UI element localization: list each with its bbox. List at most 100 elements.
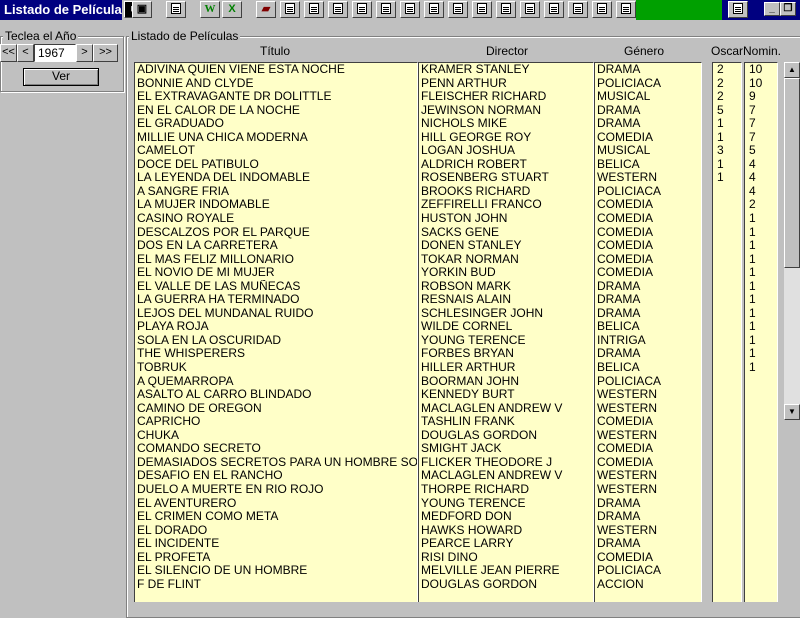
list-item-titulo[interactable]: EL NOVIO DE MI MUJER <box>135 266 417 280</box>
list-item-nomin[interactable] <box>745 456 777 470</box>
list-item-oscar[interactable] <box>713 429 741 443</box>
list-item-oscar[interactable] <box>713 320 741 334</box>
list-item-titulo[interactable]: DESAFIO EN EL RANCHO <box>135 469 417 483</box>
list-item-oscar[interactable] <box>713 185 741 199</box>
excel-icon[interactable]: X <box>222 1 242 18</box>
list-item-titulo[interactable]: DUELO A MUERTE EN RIO ROJO <box>135 483 417 497</box>
list-item-titulo[interactable]: DEMASIADOS SECRETOS PARA UN HOMBRE SOLO <box>135 456 417 470</box>
next-year-button[interactable]: > <box>76 44 93 62</box>
list-item-director[interactable]: RISI DINO <box>419 551 593 565</box>
list-item-nomin[interactable] <box>745 537 777 551</box>
report-icon-5[interactable] <box>376 1 396 18</box>
list-item-director[interactable]: JEWINSON NORMAN <box>419 104 593 118</box>
list-item-genero[interactable]: POLICIACA <box>595 375 701 389</box>
list-item-oscar[interactable] <box>713 266 741 280</box>
list-item-titulo[interactable]: THE WHISPERERS <box>135 347 417 361</box>
list-item-genero[interactable]: DRAMA <box>595 293 701 307</box>
list-item-genero[interactable]: BELICA <box>595 361 701 375</box>
list-item-nomin[interactable] <box>745 442 777 456</box>
list-item-nomin[interactable]: 10 <box>745 63 777 77</box>
list-item-oscar[interactable] <box>713 307 741 321</box>
list-item-director[interactable]: THORPE RICHARD <box>419 483 593 497</box>
list-item-director[interactable]: DONEN STANLEY <box>419 239 593 253</box>
save-icon[interactable]: ▣ <box>132 1 152 18</box>
list-item-nomin[interactable]: 1 <box>745 361 777 375</box>
list-item-genero[interactable]: WESTERN <box>595 469 701 483</box>
list-item-genero[interactable]: WESTERN <box>595 402 701 416</box>
list-item-nomin[interactable]: 5 <box>745 144 777 158</box>
list-item-director[interactable]: HILL GEORGE ROY <box>419 131 593 145</box>
list-item-director[interactable]: YOUNG TERENCE <box>419 497 593 511</box>
list-item-oscar[interactable] <box>713 442 741 456</box>
list-item-titulo[interactable]: EL VALLE DE LAS MUÑECAS <box>135 280 417 294</box>
list-item-director[interactable]: HILLER ARTHUR <box>419 361 593 375</box>
list-item-genero[interactable]: MUSICAL <box>595 90 701 104</box>
list-item-director[interactable]: DOUGLAS GORDON <box>419 578 593 592</box>
list-item-titulo[interactable]: A SANGRE FRIA <box>135 185 417 199</box>
list-item-nomin[interactable]: 1 <box>745 280 777 294</box>
list-item-titulo[interactable]: ADIVINA QUIEN VIENE ESTA NOCHE <box>135 63 417 77</box>
list-item-titulo[interactable]: CAMELOT <box>135 144 417 158</box>
list-item-oscar[interactable] <box>713 456 741 470</box>
word-icon[interactable]: W <box>200 1 220 18</box>
list-item-titulo[interactable]: A QUEMARROPA <box>135 375 417 389</box>
header-director[interactable]: Director <box>486 44 528 58</box>
list-item-director[interactable]: MACLAGLEN ANDREW V <box>419 469 593 483</box>
list-item-director[interactable]: KRAMER STANLEY <box>419 63 593 77</box>
list-item-titulo[interactable]: EL DORADO <box>135 524 417 538</box>
scroll-thumb[interactable] <box>784 78 800 268</box>
report-icon-7[interactable] <box>424 1 444 18</box>
list-item-genero[interactable]: DRAMA <box>595 510 701 524</box>
list-item-genero[interactable]: WESTERN <box>595 171 701 185</box>
report-icon-4[interactable] <box>352 1 372 18</box>
list-item-nomin[interactable]: 7 <box>745 117 777 131</box>
list-item-nomin[interactable]: 4 <box>745 158 777 172</box>
list-item-director[interactable]: FLEISCHER RICHARD <box>419 90 593 104</box>
list-item-oscar[interactable] <box>713 375 741 389</box>
list-item-oscar[interactable] <box>713 239 741 253</box>
list-item-director[interactable]: DOUGLAS GORDON <box>419 429 593 443</box>
list-item-genero[interactable]: BELICA <box>595 158 701 172</box>
list-item-nomin[interactable] <box>745 402 777 416</box>
list-item-titulo[interactable]: CASINO ROYALE <box>135 212 417 226</box>
list-item-oscar[interactable]: 1 <box>713 117 741 131</box>
list-item-oscar[interactable] <box>713 361 741 375</box>
list-item-oscar[interactable] <box>713 415 741 429</box>
list-item-genero[interactable]: DRAMA <box>595 537 701 551</box>
list-item-titulo[interactable]: EL EXTRAVAGANTE DR DOLITTLE <box>135 90 417 104</box>
list-item-nomin[interactable]: 7 <box>745 131 777 145</box>
list-item-oscar[interactable] <box>713 293 741 307</box>
list-item-titulo[interactable]: EL MAS FELIZ MILLONARIO <box>135 253 417 267</box>
list-item-nomin[interactable] <box>745 578 777 592</box>
report-icon-13[interactable] <box>568 1 588 18</box>
scroll-down-icon[interactable]: ▼ <box>784 404 800 420</box>
list-item-genero[interactable]: DRAMA <box>595 497 701 511</box>
list-item-oscar[interactable] <box>713 212 741 226</box>
list-item-titulo[interactable]: LEJOS DEL MUNDANAL RUIDO <box>135 307 417 321</box>
list-item-oscar[interactable] <box>713 551 741 565</box>
list-item-titulo[interactable]: CHUKA <box>135 429 417 443</box>
list-item-titulo[interactable]: CAMINO DE OREGON <box>135 402 417 416</box>
list-item-titulo[interactable]: COMANDO SECRETO <box>135 442 417 456</box>
report-icon-16[interactable] <box>728 1 748 18</box>
scroll-up-icon[interactable]: ▲ <box>784 62 800 78</box>
list-item-director[interactable]: BROOKS RICHARD <box>419 185 593 199</box>
list-item-genero[interactable]: ACCION <box>595 578 701 592</box>
list-item-titulo[interactable]: LA MUJER INDOMABLE <box>135 198 417 212</box>
report-icon-6[interactable] <box>400 1 420 18</box>
list-item-genero[interactable]: COMEDIA <box>595 253 701 267</box>
header-oscar[interactable]: Oscar <box>711 44 743 58</box>
list-item-nomin[interactable]: 10 <box>745 77 777 91</box>
report-icon-9[interactable] <box>472 1 492 18</box>
report-icon-2[interactable] <box>304 1 324 18</box>
list-item-nomin[interactable] <box>745 388 777 402</box>
list-item-nomin[interactable]: 9 <box>745 90 777 104</box>
list-item-oscar[interactable] <box>713 402 741 416</box>
list-item-oscar[interactable]: 2 <box>713 90 741 104</box>
list-item-titulo[interactable]: F DE FLINT <box>135 578 417 592</box>
report-icon-12[interactable] <box>544 1 564 18</box>
list-item-genero[interactable]: DRAMA <box>595 347 701 361</box>
list-item-nomin[interactable] <box>745 497 777 511</box>
list-item-nomin[interactable]: 1 <box>745 334 777 348</box>
list-item-titulo[interactable]: EL SILENCIO DE UN HOMBRE <box>135 564 417 578</box>
